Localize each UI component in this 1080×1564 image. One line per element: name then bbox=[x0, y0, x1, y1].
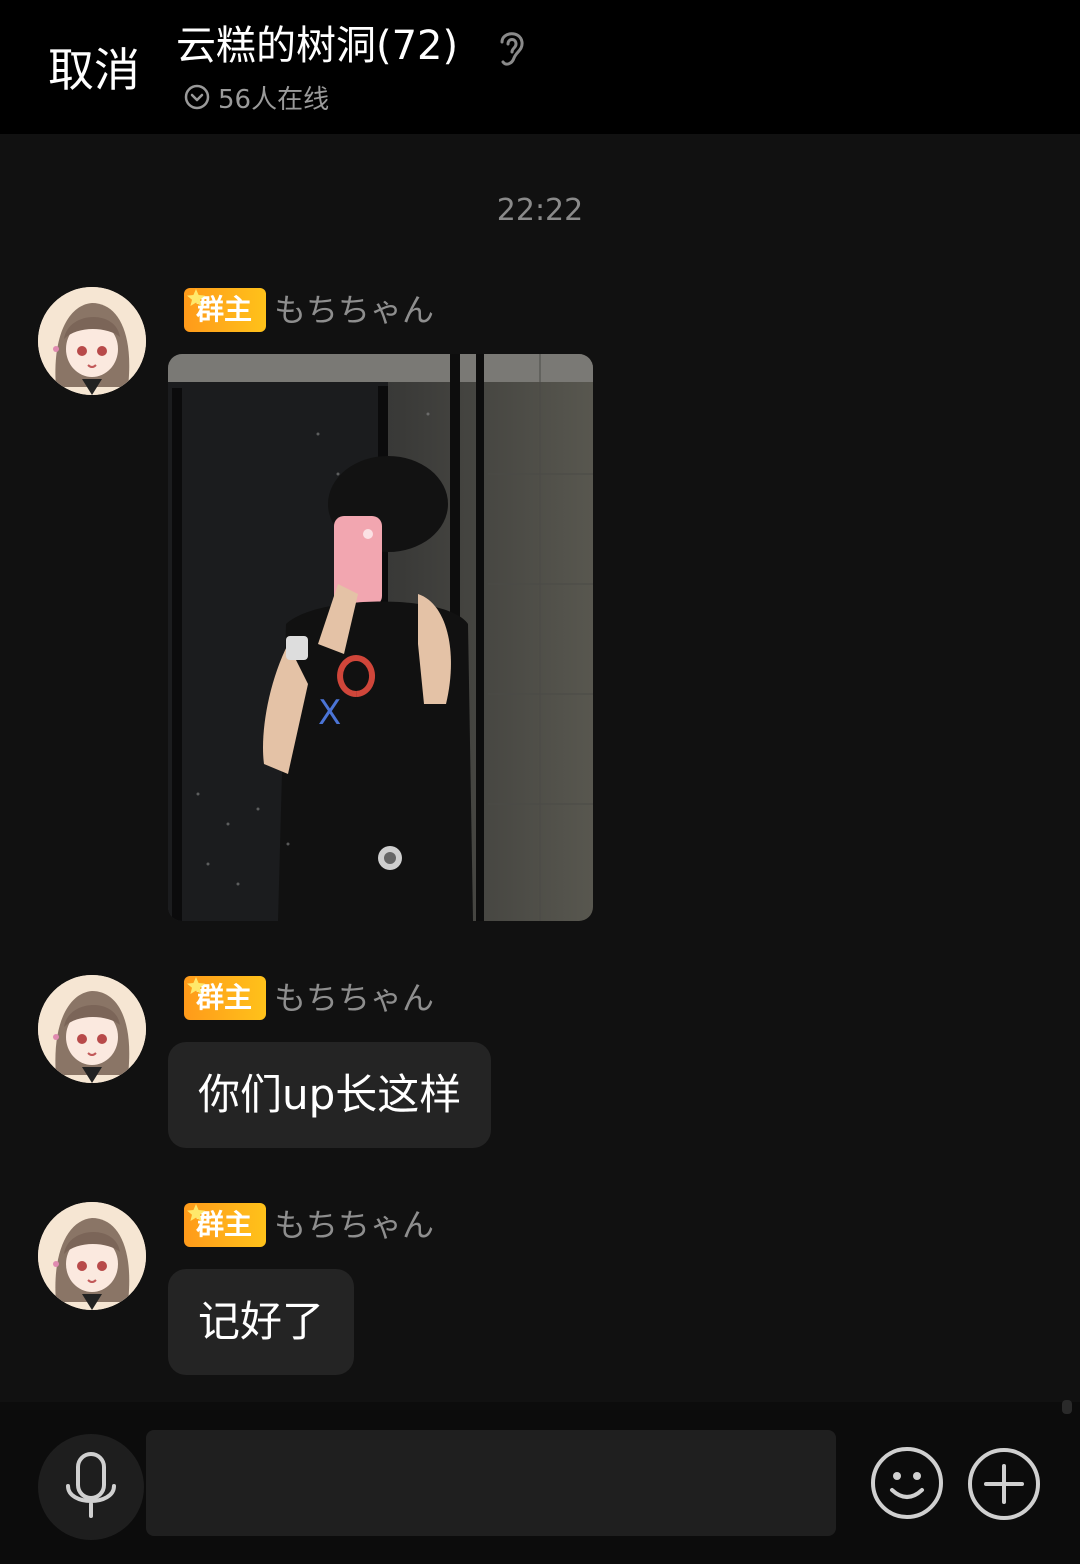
message-bubble[interactable]: 记好了 bbox=[168, 1269, 355, 1375]
owner-badge: 群主 bbox=[184, 976, 267, 1020]
sender-name[interactable]: もちちゃん bbox=[274, 288, 434, 332]
message-bubble[interactable]: 你们up长这样 bbox=[168, 1042, 492, 1148]
star-icon bbox=[187, 977, 205, 994]
sender-row: 群主 もちちゃん bbox=[184, 975, 434, 1021]
check-circle-icon bbox=[184, 84, 210, 110]
cancel-button[interactable]: 取消 bbox=[48, 42, 140, 98]
sender-name[interactable]: もちちゃん bbox=[274, 1203, 434, 1247]
avatar[interactable] bbox=[38, 1202, 146, 1310]
avatar[interactable] bbox=[38, 287, 146, 395]
input-bar bbox=[0, 1402, 1080, 1564]
sender-row: 群主 もちちゃん bbox=[184, 1202, 434, 1248]
microphone-icon bbox=[66, 1452, 116, 1518]
plus-circle-icon[interactable] bbox=[966, 1446, 1042, 1522]
scrollbar-thumb[interactable] bbox=[1062, 1400, 1072, 1414]
shared-photo[interactable]: X bbox=[168, 354, 593, 921]
avatar[interactable] bbox=[38, 975, 146, 1083]
svg-text:X: X bbox=[318, 693, 341, 733]
owner-badge: 群主 bbox=[184, 288, 267, 332]
chat-screen: 取消 云糕的树洞(72) 56人在线 22:22 群主 もちちゃん X 群主 も… bbox=[0, 0, 1080, 1564]
message-input[interactable] bbox=[146, 1430, 836, 1536]
avatar-illustration bbox=[38, 287, 146, 395]
online-status: 56人在线 bbox=[184, 80, 330, 115]
ear-icon[interactable] bbox=[494, 26, 528, 68]
sender-row: 群主 もちちゃん bbox=[184, 287, 434, 333]
owner-badge: 群主 bbox=[184, 1203, 267, 1247]
star-icon bbox=[187, 1204, 205, 1221]
online-count: 56人在线 bbox=[218, 84, 330, 115]
smile-icon[interactable] bbox=[870, 1446, 944, 1520]
avatar-illustration bbox=[38, 975, 146, 1083]
message-timestamp: 22:22 bbox=[496, 193, 584, 228]
sender-name[interactable]: もちちゃん bbox=[274, 976, 434, 1020]
star-icon bbox=[187, 289, 205, 306]
header-bar: 取消 云糕的树洞(72) 56人在线 bbox=[0, 0, 1080, 134]
group-title[interactable]: 云糕的树洞(72) bbox=[176, 20, 458, 72]
voice-button[interactable] bbox=[38, 1434, 144, 1540]
photo-image: X bbox=[168, 354, 593, 921]
avatar-illustration bbox=[38, 1202, 146, 1310]
